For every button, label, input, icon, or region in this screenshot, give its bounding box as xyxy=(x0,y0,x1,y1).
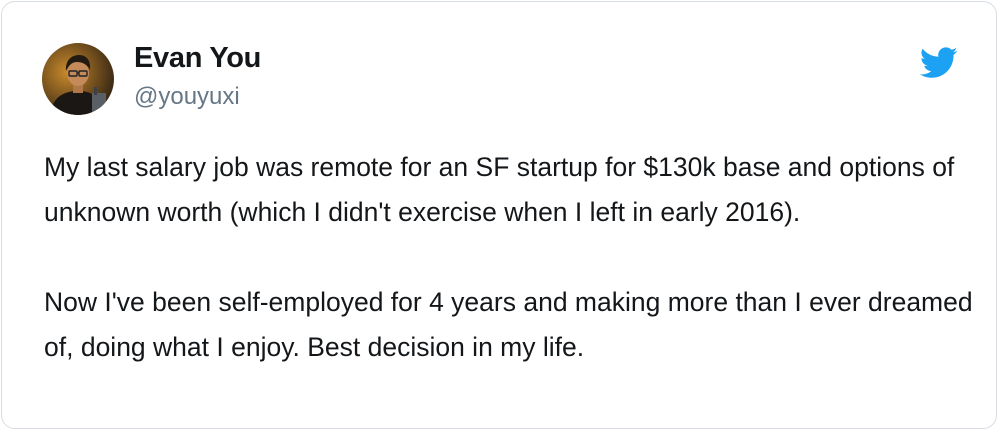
avatar-image xyxy=(42,43,114,115)
avatar[interactable] xyxy=(42,43,114,115)
author-handle[interactable]: @youyuxi xyxy=(134,83,240,111)
twitter-bird-icon[interactable] xyxy=(919,47,958,79)
author-display-name[interactable]: Evan You xyxy=(134,42,261,75)
tweet-card: Evan You @youyuxi My last salary job was… xyxy=(1,1,997,429)
tweet-text: My last salary job was remote for an SF … xyxy=(44,152,973,362)
twitter-bird-icon-graphic xyxy=(919,47,958,78)
